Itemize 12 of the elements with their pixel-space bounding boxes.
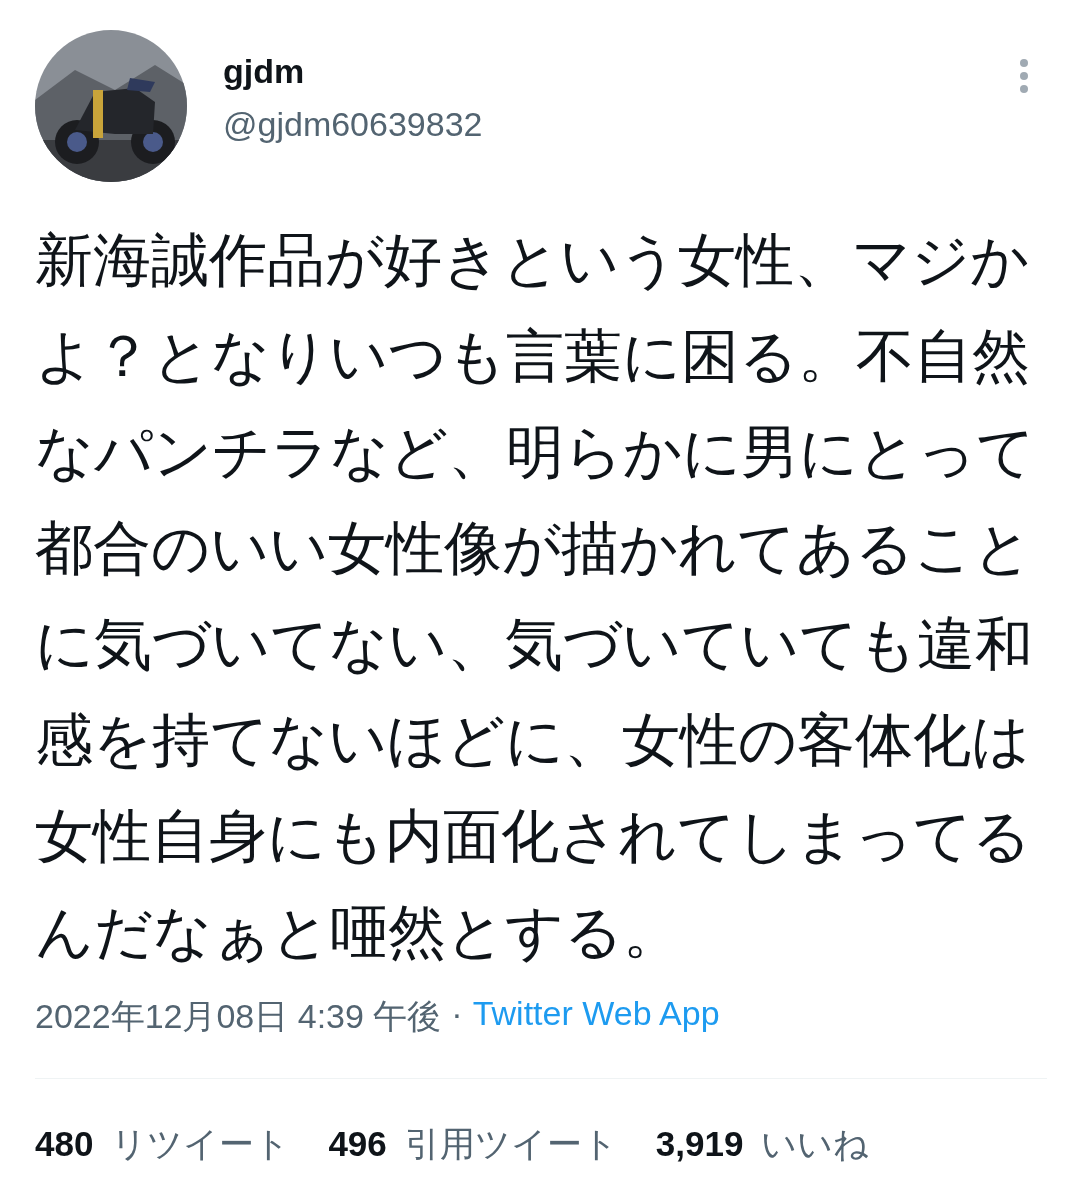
tweet-text: 新海誠作品が好きという女性、マジかよ？となりいつも言葉に困る。不自然なパンチラなど、明らかに男にとって都合のいい女性像が描かれてあることに気づいてない、気づいていても違和感を持てないほどに、女性の客体化は女性自身にも内面化されてしまってるんだなぁと唖然とする。 <box>35 225 1035 968</box>
stat-count[interactable]: 480 <box>35 1124 94 1164</box>
timestamp[interactable]: 2022年12月08日 4:39 午後 <box>35 994 442 1040</box>
stat-count[interactable]: 3,919 <box>655 1124 744 1164</box>
more-icon[interactable] <box>1018 58 1030 94</box>
stat-count[interactable]: 496 <box>328 1124 387 1164</box>
stat-label[interactable]: リツイート <box>111 1121 291 1168</box>
user-name[interactable]: gjdm <box>223 52 982 91</box>
stat-label[interactable]: いいね <box>761 1121 870 1168</box>
separator: · <box>451 994 463 1034</box>
user-handle[interactable]: @gjdm60639832 <box>223 105 982 144</box>
stat-label[interactable]: 引用ツイート <box>404 1121 618 1168</box>
